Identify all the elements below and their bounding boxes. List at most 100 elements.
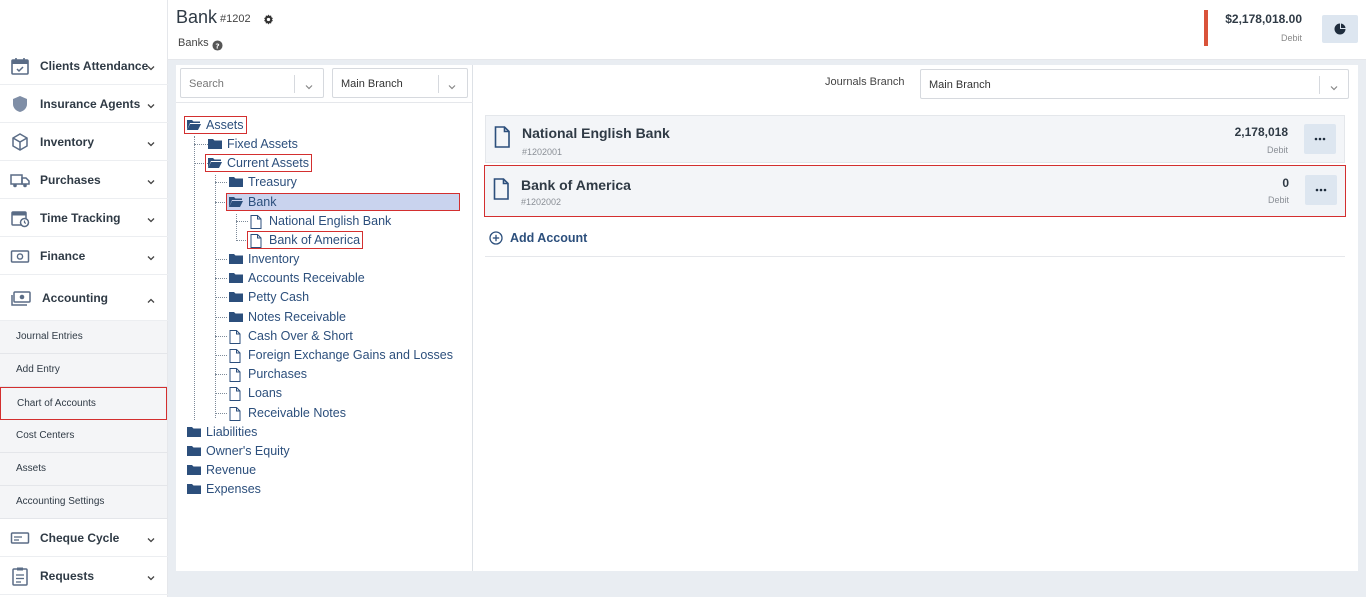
tree-node-accounts-receivable[interactable]: Accounts Receivable — [229, 270, 365, 286]
tree-node-label: Petty Cash — [248, 290, 310, 304]
balance-side-label: Debit — [1280, 33, 1302, 43]
folder-icon — [208, 138, 222, 150]
sidebar-item-insurance-agents[interactable]: Insurance Agents — [0, 85, 168, 123]
search-select[interactable]: Search — [180, 68, 324, 98]
sidebar-subitem-accounting-settings[interactable]: Accounting Settings — [0, 486, 167, 519]
tree-node-bank[interactable]: Bank — [226, 193, 460, 211]
chevron-down-icon — [146, 570, 156, 581]
chevron-down-icon — [146, 174, 156, 185]
sidebar-subitem-chart-of-accounts[interactable]: Chart of Accounts — [0, 387, 167, 420]
cheque-icon — [10, 528, 30, 548]
sidebar-item-accounting[interactable]: Accounting — [0, 275, 168, 321]
clipboard-icon — [10, 566, 30, 586]
tree-node-label: Liabilities — [206, 425, 258, 439]
search-placeholder: Search — [189, 78, 224, 90]
account-card[interactable]: National English Bank #1202001 2,178,018… — [485, 115, 1345, 163]
calendar-clock-icon — [10, 208, 30, 228]
tree-node-label: Accounts Receivable — [248, 271, 365, 285]
account-code: #1202002 — [521, 197, 562, 207]
tree-node-inventory[interactable]: Inventory — [229, 251, 299, 267]
sidebar-item-purchases[interactable]: Purchases — [0, 161, 168, 199]
sidebar-subitem-label: Accounting Settings — [16, 496, 105, 507]
chevron-down-icon — [146, 532, 156, 543]
sidebar-item-clients-attendance[interactable]: Clients Attendance — [0, 47, 168, 85]
add-account-button[interactable]: Add Account — [489, 231, 587, 245]
chart-button[interactable] — [1322, 15, 1358, 43]
tree-connector — [215, 374, 227, 375]
tree-node-receivable-notes[interactable]: Receivable Notes — [229, 405, 346, 421]
sidebar-item-time-tracking[interactable]: Time Tracking — [0, 199, 168, 237]
tree-node-liabilities[interactable]: Liabilities — [187, 424, 257, 440]
tree-connector — [194, 136, 195, 420]
journals-branch-select[interactable]: Main Branch — [920, 69, 1349, 99]
select-separator — [294, 75, 295, 93]
tree-node-national-english-bank[interactable]: National English Bank — [250, 213, 391, 229]
tree-connector — [215, 259, 227, 260]
document-icon — [494, 126, 510, 148]
folder-open-icon — [208, 157, 222, 169]
account-code: #1202001 — [522, 147, 563, 157]
tree-node-label: Loans — [248, 386, 283, 400]
tree-node-purchases[interactable]: Purchases — [229, 366, 307, 382]
tree-node-current-assets[interactable]: Current Assets — [205, 154, 312, 172]
account-actions-button[interactable] — [1304, 124, 1336, 154]
tree-node-label: Bank — [248, 195, 277, 209]
pie-chart-icon — [1334, 23, 1346, 35]
tree-node-assets[interactable]: Assets — [184, 116, 247, 134]
box-icon — [10, 132, 30, 152]
sidebar-item-cheque-cycle[interactable]: Cheque Cycle — [0, 519, 168, 557]
folder-icon — [187, 483, 201, 495]
tree-node-owners-equity[interactable]: Owner's Equity — [187, 443, 290, 459]
sidebar-item-label: Purchases — [40, 172, 101, 187]
tree-node-fixed-assets[interactable]: Fixed Assets — [208, 136, 298, 152]
tree-node-loans[interactable]: Loans — [229, 385, 282, 401]
chevron-up-icon — [146, 293, 156, 303]
breadcrumb[interactable]: Banks — [178, 37, 209, 49]
money-icon — [10, 246, 30, 266]
document-icon — [229, 349, 243, 363]
tree-node-label: Owner's Equity — [206, 444, 290, 458]
gear-icon[interactable] — [263, 12, 274, 25]
sidebar-item-requests[interactable]: Requests — [0, 557, 168, 595]
sidebar-item-label: Requests — [40, 568, 95, 583]
tree-node-revenue[interactable]: Revenue — [187, 462, 256, 478]
tree-connector — [194, 144, 208, 145]
sidebar-item-inventory[interactable]: Inventory — [0, 123, 168, 161]
sidebar-item-label: Finance — [40, 248, 86, 263]
folder-open-icon — [187, 119, 201, 131]
tree-node-label: Foreign Exchange Gains and Losses — [248, 348, 453, 362]
tree-node-cash-over-short[interactable]: Cash Over & Short — [229, 328, 353, 344]
sidebar-subitem-journal-entries[interactable]: Journal Entries — [0, 321, 167, 354]
tree-node-petty-cash[interactable]: Petty Cash — [229, 289, 309, 305]
calendar-check-icon — [10, 56, 30, 76]
tree-node-bank-of-america[interactable]: Bank of America — [246, 231, 364, 249]
sidebar-subitem-label: Chart of Accounts — [17, 398, 96, 409]
more-horizontal-icon — [1315, 188, 1327, 192]
select-separator — [1319, 76, 1320, 94]
tree-connector — [215, 202, 227, 203]
account-actions-button[interactable] — [1305, 175, 1337, 205]
tree-connector — [215, 336, 227, 337]
folder-open-icon — [229, 196, 243, 208]
tree-connector — [215, 182, 227, 183]
tree-connector — [215, 297, 227, 298]
account-card[interactable]: Bank of America #1202002 0 Debit — [484, 165, 1346, 217]
tree-node-fx-gains-losses[interactable]: Foreign Exchange Gains and Losses — [229, 347, 453, 363]
document-icon — [229, 330, 243, 344]
tree-node-label: Inventory — [248, 252, 300, 266]
tree-node-label: Notes Receivable — [248, 310, 346, 324]
sidebar-subitem-assets[interactable]: Assets — [0, 453, 167, 486]
sidebar-subitem-cost-centers[interactable]: Cost Centers — [0, 420, 167, 453]
tree-node-notes-receivable[interactable]: Notes Receivable — [229, 309, 346, 325]
document-icon — [229, 387, 243, 401]
help-icon[interactable]: ? — [212, 38, 223, 51]
shield-icon — [10, 94, 30, 114]
branch-select[interactable]: Main Branch — [332, 68, 468, 98]
tree-node-expenses[interactable]: Expenses — [187, 481, 261, 497]
sidebar-item-finance[interactable]: Finance — [0, 237, 168, 275]
tree-node-treasury[interactable]: Treasury — [229, 174, 297, 190]
chevron-down-icon — [146, 250, 156, 261]
branch-select-value: Main Branch — [341, 78, 403, 90]
sidebar-subitem-add-entry[interactable]: Add Entry — [0, 354, 167, 387]
account-name: Bank of America — [521, 177, 631, 193]
